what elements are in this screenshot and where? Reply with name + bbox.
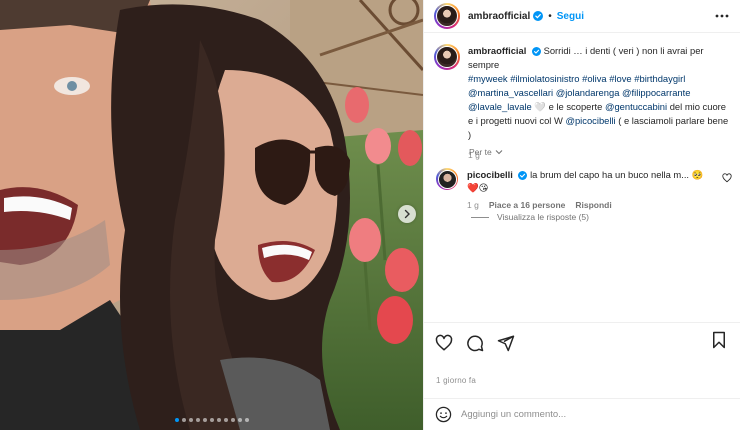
comment-text: la brum del capo ha un buco nella m... [530,169,690,180]
carousel-dot [189,418,193,422]
verified-icon [531,47,541,56]
carousel-dot [182,418,186,422]
carousel-dot [203,418,207,422]
caption-time: 1 g [468,150,480,160]
post-photo[interactable] [0,0,423,430]
emoji-icon[interactable] [435,406,452,423]
mention-lavale[interactable]: @lavale_lavale [468,101,532,112]
chevron-down-icon [495,150,503,155]
selfie-image [0,0,423,430]
comment-likes[interactable]: Piace a 16 persone [489,199,566,212]
mention-filippocarrante[interactable]: @filippocarrante [622,87,690,98]
carousel-dot [196,418,200,422]
verified-icon [533,11,544,21]
hashtag-birthdaygirl[interactable]: #birthdaygirl [634,73,685,84]
mention-jolandarenga[interactable]: @jolandarenga [556,87,620,98]
next-slide-button[interactable] [398,205,416,223]
carousel-dot [231,418,235,422]
carousel-dot [217,418,221,422]
view-replies-label: Visualizza le risposte (5) [497,212,589,222]
hashtag-oliva[interactable]: #oliva [582,73,607,84]
comment-input[interactable] [461,409,681,420]
carousel-dot [175,418,179,422]
hashtag-love[interactable]: #love [609,73,631,84]
comment-content: picocibelli la brum del capo ha un buco … [467,168,707,212]
translate-toggle[interactable]: Per te [469,147,503,157]
comment-avatar[interactable] [436,168,458,190]
more-icon[interactable] [715,10,729,22]
comment-username[interactable]: picocibelli [467,169,513,180]
comment-icon[interactable] [466,334,484,352]
carousel-dot [245,418,249,422]
action-bar [424,322,740,362]
avatar[interactable] [434,3,460,29]
heart-icon[interactable] [435,334,453,352]
verified-icon [518,171,528,180]
post-time-ago: 1 giorno fa [436,376,477,385]
comment-meta: 1 g Piace a 16 persone Rispondi [467,199,707,212]
add-comment-bar [424,398,740,430]
translate-label: Per te [469,147,492,157]
reply-button[interactable]: Rispondi [575,199,611,212]
post-header: ambraofficial • Segui [424,0,740,33]
heart-emoji: 🤍 [534,101,547,112]
carousel-indicator [175,418,249,422]
post-caption: ambraofficial Sorridi … i denti ( veri )… [434,44,734,162]
mention-martina[interactable]: @martina_vascellari [468,87,553,98]
hashtag-myweek[interactable]: #myweek [468,73,508,84]
caption-text: ambraofficial Sorridi … i denti ( veri )… [468,44,730,162]
comment-time: 1 g [467,200,479,210]
comment-heart-icon[interactable] [722,173,732,183]
mention-picocibelli[interactable]: @picocibelli [565,115,615,126]
hashtag-ilmiolatosinistro[interactable]: #ilmiolatosinistro [510,73,579,84]
view-replies-button[interactable]: Visualizza le risposte (5) [471,212,589,222]
carousel-dot [224,418,228,422]
caption-scoperte: e le scoperte [548,101,603,112]
next-arrow-icon [404,209,410,219]
post-username[interactable]: ambraofficial [468,11,530,22]
carousel-dot [238,418,242,422]
comment-item: picocibelli la brum del capo ha un buco … [436,168,736,212]
replies-divider [471,216,489,218]
carousel-dot [210,418,214,422]
share-icon[interactable] [497,334,515,352]
follow-button[interactable]: Segui [557,11,584,22]
post-side-panel: ambraofficial • Segui ambraofficial Sorr… [423,0,740,430]
mention-gentuccabini[interactable]: @gentuccabini [605,101,667,112]
header-separator: • [548,10,552,22]
caption-username[interactable]: ambraofficial [468,45,526,56]
save-icon[interactable] [711,331,727,349]
caption-avatar[interactable] [434,44,460,70]
